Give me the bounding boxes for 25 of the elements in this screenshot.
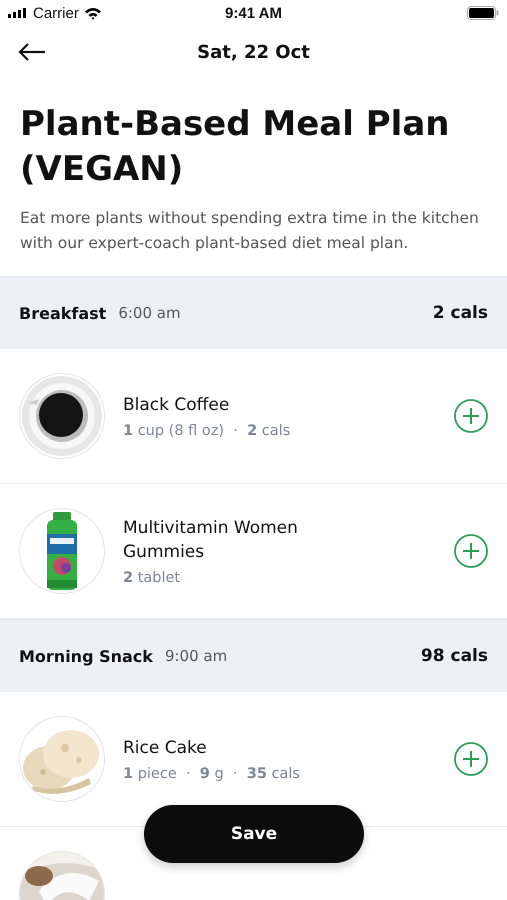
- food-name: Black Coffee: [123, 394, 230, 417]
- add-icon[interactable]: [454, 399, 488, 433]
- meal-calories: 2 cals: [432, 303, 488, 323]
- back-arrow-icon[interactable]: [18, 42, 46, 62]
- save-button[interactable]: Save: [144, 805, 364, 863]
- meal-time: 9:00 am: [164, 647, 228, 665]
- food-name: Rice Cake: [123, 737, 208, 760]
- battery-icon: [467, 6, 499, 20]
- food-detail: 1 piece · 9 g · 35 cals: [123, 766, 301, 782]
- meal-name: Breakfast: [19, 304, 106, 322]
- add-icon[interactable]: [454, 742, 488, 776]
- meal-time: 6:00 am: [118, 304, 181, 322]
- signal-icon: [8, 8, 28, 18]
- status-time: 9:41 AM: [225, 4, 282, 22]
- add-icon[interactable]: [454, 534, 488, 568]
- food-detail: 1 cup (8 fl oz) · 2 cals: [123, 423, 292, 439]
- food-name: Multivitamin Women Gummies: [123, 517, 299, 564]
- meal-calories: 98 cals: [420, 646, 488, 666]
- food-detail: 2 tablet: [123, 570, 182, 586]
- date-title: Sat, 22 Oct: [197, 42, 310, 62]
- plan-description: Eat more plants without spending extra time in the kitchen with our expert-coach plant-based diet meal plan.: [20, 208, 480, 254]
- plan-title: Plant-Based Meal Plan (VEGAN): [20, 103, 450, 191]
- wifi-icon: [84, 6, 102, 20]
- carrier-label: Carrier: [33, 4, 79, 22]
- meal-name: Morning Snack: [19, 646, 153, 666]
